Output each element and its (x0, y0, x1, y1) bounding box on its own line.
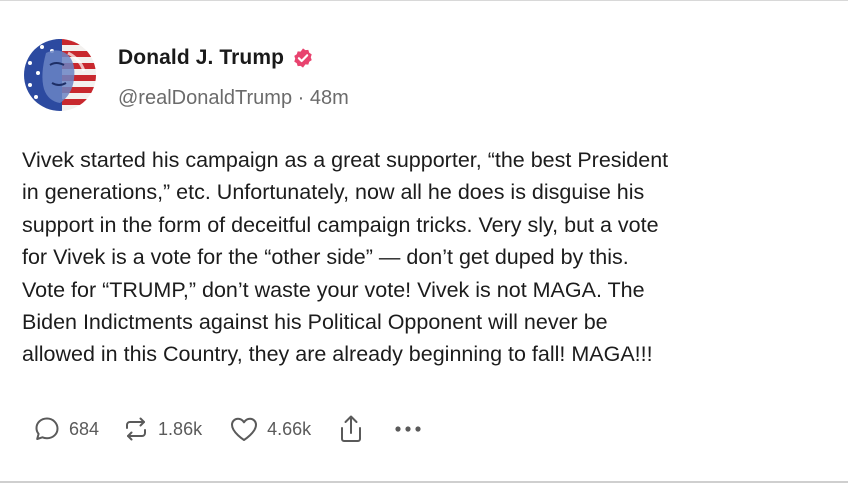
post-body-text: Vivek started his campaign as a great su… (22, 148, 669, 367)
heart-icon (228, 414, 260, 444)
like-button[interactable]: 4.66k (228, 414, 311, 444)
post-timestamp[interactable]: 48m (310, 87, 349, 109)
more-options-button[interactable] (393, 424, 423, 434)
reply-button[interactable]: 684 (32, 414, 99, 444)
author-handle[interactable]: @realDonaldTrump (118, 87, 292, 109)
like-count: 4.66k (267, 418, 312, 439)
author-avatar[interactable] (24, 39, 96, 111)
retruth-arrows-icon (121, 414, 151, 444)
retruth-button[interactable]: 1.86k (121, 414, 202, 444)
more-dots-icon (393, 424, 423, 434)
meta-separator: · (297, 87, 305, 109)
avatar-flag-portrait-icon (24, 39, 96, 111)
reply-bubble-icon (32, 414, 62, 444)
verified-badge-icon (292, 47, 314, 69)
author-meta: @realDonaldTrump · 48m (118, 87, 349, 110)
author-name-row: Donald J. Trump (118, 46, 314, 70)
share-upload-icon (337, 413, 365, 445)
reply-count: 684 (69, 418, 100, 439)
share-button[interactable] (337, 413, 365, 445)
post-action-bar: 684 1.86k 4.66k (32, 411, 423, 447)
retruth-count: 1.86k (158, 418, 203, 439)
truth-post: Donald J. Trump @realDonaldTrump · 48m V… (0, 1, 848, 484)
screenshot-frame: Donald J. Trump @realDonaldTrump · 48m V… (0, 0, 848, 483)
author-display-name[interactable]: Donald J. Trump (118, 46, 284, 70)
